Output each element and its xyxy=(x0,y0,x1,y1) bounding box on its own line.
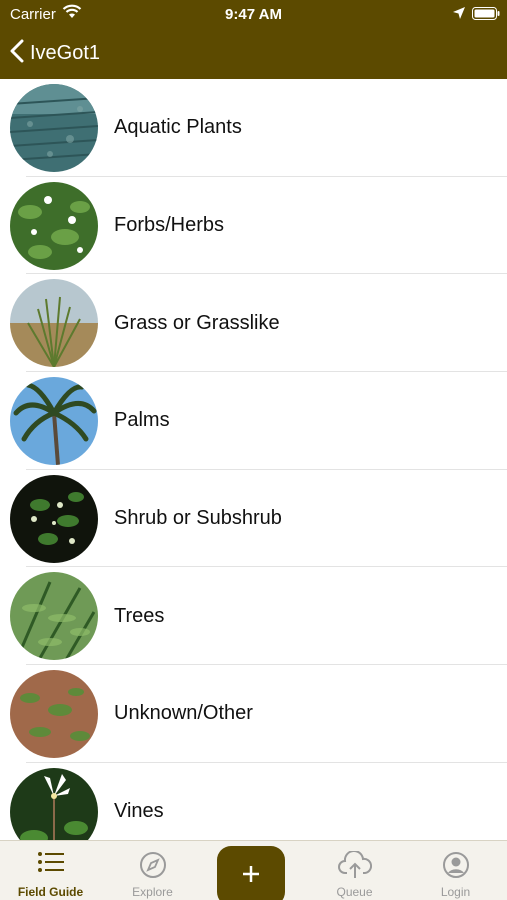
tab-label: Explore xyxy=(132,885,173,899)
tab-explore[interactable]: Explore xyxy=(102,841,203,900)
shrub-thumbnail xyxy=(10,474,98,563)
tab-label: Queue xyxy=(336,885,373,899)
tab-login[interactable]: Login xyxy=(405,841,506,900)
tab-queue[interactable]: Queue xyxy=(304,841,405,900)
location-arrow-icon xyxy=(452,6,466,24)
category-label: Trees xyxy=(114,604,165,627)
list-item-unknown-other[interactable]: Unknown/Other xyxy=(0,665,507,763)
chevron-left-icon xyxy=(10,39,24,68)
category-label: Shrub or Subshrub xyxy=(114,507,282,530)
trees-thumbnail xyxy=(10,572,98,661)
category-label: Vines xyxy=(114,800,164,823)
list-item-shrub-or-subshrub[interactable]: Shrub or Subshrub xyxy=(0,470,507,568)
category-label: Unknown/Other xyxy=(114,702,253,725)
user-circle-icon xyxy=(405,851,506,879)
tab-field-guide[interactable]: Field Guide xyxy=(0,841,101,900)
plus-icon xyxy=(241,864,261,889)
category-label: Palms xyxy=(114,409,170,432)
list-item-trees[interactable]: Trees xyxy=(0,567,507,666)
category-label: Forbs/Herbs xyxy=(114,214,225,237)
grass-thumbnail xyxy=(10,279,98,368)
cloud-upload-icon xyxy=(304,851,405,879)
category-list: Aquatic Plants Forbs/Herbs Grass or Gras… xyxy=(0,79,507,840)
palms-thumbnail xyxy=(10,376,98,465)
forbs-herbs-thumbnail xyxy=(10,181,98,270)
navigation-bar: IveGot1 xyxy=(0,28,507,79)
category-label: Aquatic Plants xyxy=(114,116,242,139)
back-label: IveGot1 xyxy=(30,41,101,64)
list-item-vines[interactable]: Vines xyxy=(0,763,507,840)
tab-label: Field Guide xyxy=(17,885,84,899)
status-time: 9:47 AM xyxy=(225,6,282,23)
battery-icon xyxy=(472,7,500,24)
list-item-aquatic-plants[interactable]: Aquatic Plants xyxy=(0,79,507,177)
aquatic-plants-thumbnail xyxy=(10,83,98,172)
list-icon xyxy=(0,851,101,873)
tab-label: Login xyxy=(440,885,471,899)
back-button[interactable]: IveGot1 xyxy=(10,36,100,70)
category-label: Grass or Grasslike xyxy=(114,311,280,334)
list-item-palms[interactable]: Palms xyxy=(0,372,507,470)
compass-icon xyxy=(102,851,203,879)
unknown-other-thumbnail xyxy=(10,669,98,758)
list-item-grass-or-grasslike[interactable]: Grass or Grasslike xyxy=(0,274,507,373)
status-bar: Carrier 9:47 AM xyxy=(0,0,507,28)
add-observation-button[interactable] xyxy=(217,846,285,900)
vines-thumbnail xyxy=(10,767,98,840)
list-item-forbs-herbs[interactable]: Forbs/Herbs xyxy=(0,177,507,275)
